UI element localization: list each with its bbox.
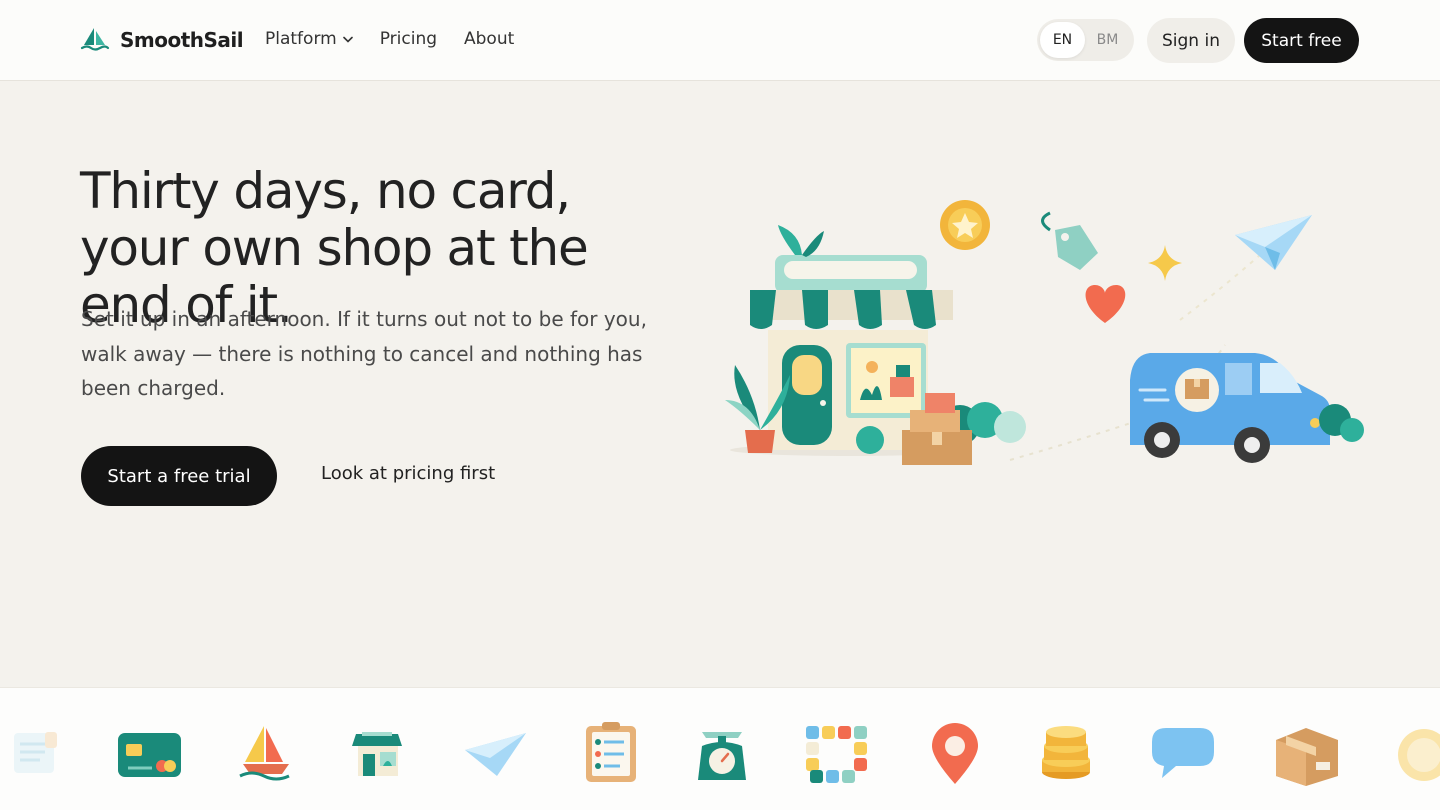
price-tag-icon (1041, 211, 1098, 270)
coin-star-icon (940, 200, 990, 250)
icon-strip (0, 687, 1440, 810)
checklist-icon (586, 722, 636, 782)
parcel-icon (1276, 728, 1338, 786)
hero-illustration (725, 200, 1364, 465)
hero-subtitle: Set it up in an afternoon. If it turns o… (81, 307, 647, 400)
paper-plane-icon (465, 733, 526, 776)
location-pin-icon (932, 723, 978, 784)
pricing-link[interactable]: Look at pricing first (321, 463, 495, 484)
nav-platform[interactable]: Platform (265, 29, 353, 49)
paper-plane-icon (1235, 215, 1312, 270)
start-trial-button[interactable]: Start a free trial (81, 446, 277, 506)
coin-icon (1398, 729, 1440, 781)
sailboat-icon (239, 726, 290, 781)
credit-card-icon (118, 733, 181, 777)
receipt-icon (14, 732, 57, 773)
color-grid-icon (806, 726, 867, 783)
start-free-button[interactable]: Start free (1244, 18, 1359, 63)
primary-nav: Platform Pricing About (265, 29, 514, 49)
brand-name: SmoothSail (120, 28, 244, 52)
chat-bubble-icon (1152, 728, 1214, 778)
sparkle-icon (1148, 245, 1182, 281)
nav-about[interactable]: About (464, 29, 514, 49)
top-navbar: SmoothSail Platform Pricing About EN BM … (0, 0, 1440, 81)
nav-pricing[interactable]: Pricing (380, 29, 437, 49)
nav-about-label: About (464, 29, 515, 49)
heart-icon (1085, 285, 1126, 323)
lang-option-en[interactable]: EN (1040, 22, 1085, 58)
sign-in-button[interactable]: Sign in (1147, 18, 1235, 63)
delivery-van-icon (1130, 353, 1364, 463)
icon-strip-canvas (14, 722, 1440, 786)
sailboat-logo-icon (80, 28, 110, 51)
storefront-icon (725, 225, 1026, 456)
language-toggle: EN BM (1037, 19, 1134, 61)
storefront-icon (352, 732, 402, 776)
scale-icon (698, 732, 746, 780)
lang-option-bm[interactable]: BM (1085, 22, 1130, 58)
chevron-down-icon (342, 36, 353, 43)
nav-platform-label: Platform (265, 29, 337, 49)
nav-pricing-label: Pricing (379, 29, 438, 49)
coin-stack-icon (1042, 726, 1090, 779)
brand-logo[interactable]: SmoothSail (80, 26, 244, 54)
